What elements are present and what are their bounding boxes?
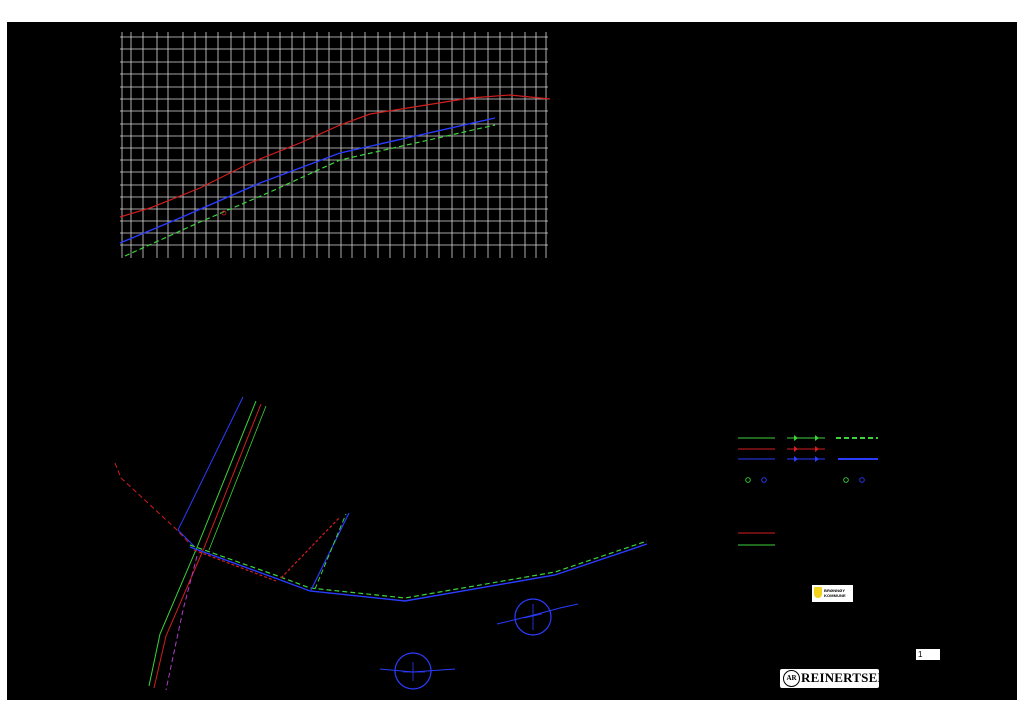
plan-red-dashed-branch <box>280 516 341 579</box>
company-logo: AR REINERTSEN <box>779 668 887 689</box>
plan-view <box>114 396 648 691</box>
legend-green-circle-2 <box>843 477 849 483</box>
plan-red-dashed-main <box>193 549 277 582</box>
company-emblem-icon: AR <box>783 670 800 687</box>
client-shield-icon <box>814 587 822 598</box>
legend <box>738 435 878 546</box>
sheet-number-box: 1 <box>916 649 940 660</box>
legend-green-arrow-line <box>787 435 825 441</box>
plan-main-water-pipe <box>189 543 648 602</box>
cad-drawing <box>114 32 878 691</box>
plan-main-sewer-pipe <box>189 540 648 599</box>
legend-blue-circle-1 <box>761 477 767 483</box>
plan-road-edge-green-2 <box>208 405 267 551</box>
profile-sewer-pipe-line <box>124 124 496 257</box>
plan-manhole-east <box>496 598 579 636</box>
profile-grid <box>120 32 548 258</box>
longitudinal-profile <box>119 94 551 257</box>
legend-blue-circle-2 <box>859 477 865 483</box>
client-logo-line2: KOMMUNE <box>824 593 846 598</box>
legend-red-arrow-line <box>787 446 825 452</box>
plan-road-edge-blue <box>177 396 244 547</box>
legend-blue-arrow-line <box>787 456 825 462</box>
client-logo: BRØNNØY KOMMUNE <box>812 585 853 602</box>
plan-road-edge-green-1 <box>148 400 257 687</box>
plan-manhole-south <box>379 652 456 690</box>
plan-existing-pipe-dashed <box>114 462 191 545</box>
plan-green-branch <box>314 513 347 590</box>
legend-green-circle-1 <box>745 477 751 483</box>
plan-road-edge-red <box>153 403 262 689</box>
company-name: REINERTSEN <box>801 670 888 685</box>
profile-terrain-line <box>119 94 551 218</box>
